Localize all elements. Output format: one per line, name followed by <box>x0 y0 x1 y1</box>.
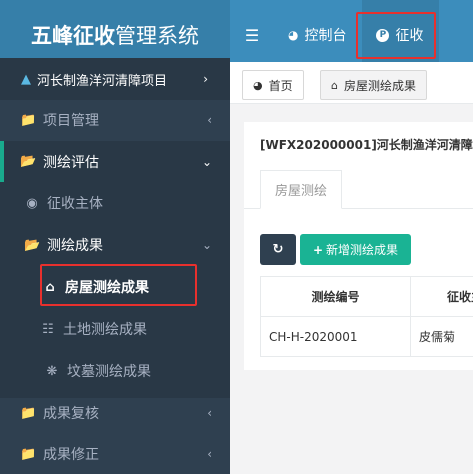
tab-home[interactable]: ◕ 首页 <box>242 70 304 100</box>
tab-label: 房屋测绘成果 <box>343 78 416 93</box>
chevron-right-icon: › <box>203 72 208 86</box>
table-cell: CH-H-2020001 <box>260 316 411 357</box>
main-panel: [WFX202000001]河长制渔洋河清障项 房屋测绘 ↻ + 新增测绘成果 … <box>244 122 473 370</box>
sidebar-item-correction[interactable]: 📁 成果修正 ‹ <box>0 434 230 474</box>
sidebar-item-house-survey[interactable]: ⌂ 房屋测绘成果 <box>0 266 230 308</box>
folder-open-icon: 📂 <box>24 237 41 253</box>
survey-table: 测绘编号 征收主 CH-H-2020001 皮儒菊 <box>260 276 473 357</box>
page-title: [WFX202000001]河长制渔洋河清障项 <box>260 138 473 152</box>
sidebar-item-land-survey[interactable]: ☷ 土地测绘成果 <box>0 308 230 350</box>
refresh-icon: ↻ <box>272 242 284 257</box>
sitemap-icon: ☷ <box>42 321 54 337</box>
sidebar-item-label: 坟墓测绘成果 <box>67 364 151 380</box>
home-icon: ⌂ <box>45 279 55 295</box>
home-icon: ▲ <box>21 71 31 87</box>
tab-label: 首页 <box>268 78 293 93</box>
folder-icon: 📁 <box>20 446 37 462</box>
tab-house-survey-content[interactable]: 房屋测绘 <box>260 170 342 209</box>
add-button-label: 新增测绘成果 <box>326 243 399 257</box>
sidebar-item-label: 成果复核 <box>43 406 99 422</box>
sidebar-item-label: 测绘评估 <box>43 154 99 171</box>
project-selector[interactable]: ▲ 河长制渔洋河清障项目 › <box>0 58 230 100</box>
add-survey-button[interactable]: + 新增测绘成果 <box>300 234 411 265</box>
chevron-left-icon: ‹ <box>207 447 212 461</box>
folder-open-icon: 📂 <box>20 154 37 169</box>
dashboard-icon: ◕ <box>253 78 263 92</box>
brand-bold: 五峰征收 <box>31 24 115 48</box>
nav-label: 征收 <box>395 28 424 44</box>
chevron-left-icon: ‹ <box>207 406 212 420</box>
compass-icon: ❋ <box>46 363 58 379</box>
chevron-left-icon: ‹ <box>207 113 212 127</box>
sidebar-item-survey-results[interactable]: 📂 测绘成果 ⌄ <box>0 224 230 266</box>
sidebar-item-label: 房屋测绘成果 <box>65 280 149 296</box>
column-header[interactable]: 征收主 <box>410 276 473 317</box>
brand-rest: 管理系统 <box>115 24 199 48</box>
sidebar-item-label: 测绘成果 <box>47 238 103 254</box>
folder-icon: 📁 <box>20 405 37 421</box>
project-name: 河长制渔洋河清障项目 <box>37 73 168 89</box>
home-icon: ⌂ <box>331 78 338 92</box>
p-circle-icon: P <box>376 28 390 42</box>
sidebar-item-label: 征收主体 <box>47 196 103 212</box>
table-cell: 皮儒菊 <box>410 316 473 357</box>
sidebar-item-label: 成果修正 <box>43 447 99 463</box>
table-row[interactable]: CH-H-2020001 皮儒菊 <box>260 316 473 357</box>
nav-label: 控制台 <box>304 28 347 44</box>
dashboard-icon: ◕ <box>288 28 299 42</box>
top-navbar: ☰ ◕ 控制台 P 征收 <box>230 0 473 70</box>
user-circle-icon: ◉ <box>26 195 38 211</box>
tab-house-survey[interactable]: ⌂ 房屋测绘成果 <box>320 70 427 100</box>
column-header[interactable]: 测绘编号 <box>260 276 411 317</box>
page-tabs: ◕ 首页 ⌂ 房屋测绘成果 <box>230 62 473 104</box>
sidebar-item-project-management[interactable]: 📁 项目管理 ‹ <box>0 99 230 141</box>
sidebar-item-grave-survey[interactable]: ❋ 坟墓测绘成果 <box>0 350 230 392</box>
chevron-down-icon: ⌄ <box>201 238 212 252</box>
sidebar-item-label: 土地测绘成果 <box>63 322 147 338</box>
folder-icon: 📁 <box>20 112 37 128</box>
plus-icon: + <box>312 242 324 257</box>
table-header-row: 测绘编号 征收主 <box>260 276 473 317</box>
sidebar-item-review[interactable]: 📁 成果复核 ‹ <box>0 392 230 434</box>
chevron-down-icon: ⌄ <box>201 154 212 169</box>
nav-collection[interactable]: P 征收 <box>362 0 440 70</box>
bars-icon[interactable]: ☰ <box>230 0 274 70</box>
sidebar-item-label: 项目管理 <box>43 113 99 129</box>
refresh-button[interactable]: ↻ <box>260 234 296 265</box>
sidebar-item-subject[interactable]: ◉ 征收主体 <box>0 182 230 224</box>
sidebar-item-survey-assessment[interactable]: 📂 测绘评估 ⌄ <box>0 141 230 182</box>
nav-dashboard[interactable]: ◕ 控制台 <box>274 0 362 70</box>
